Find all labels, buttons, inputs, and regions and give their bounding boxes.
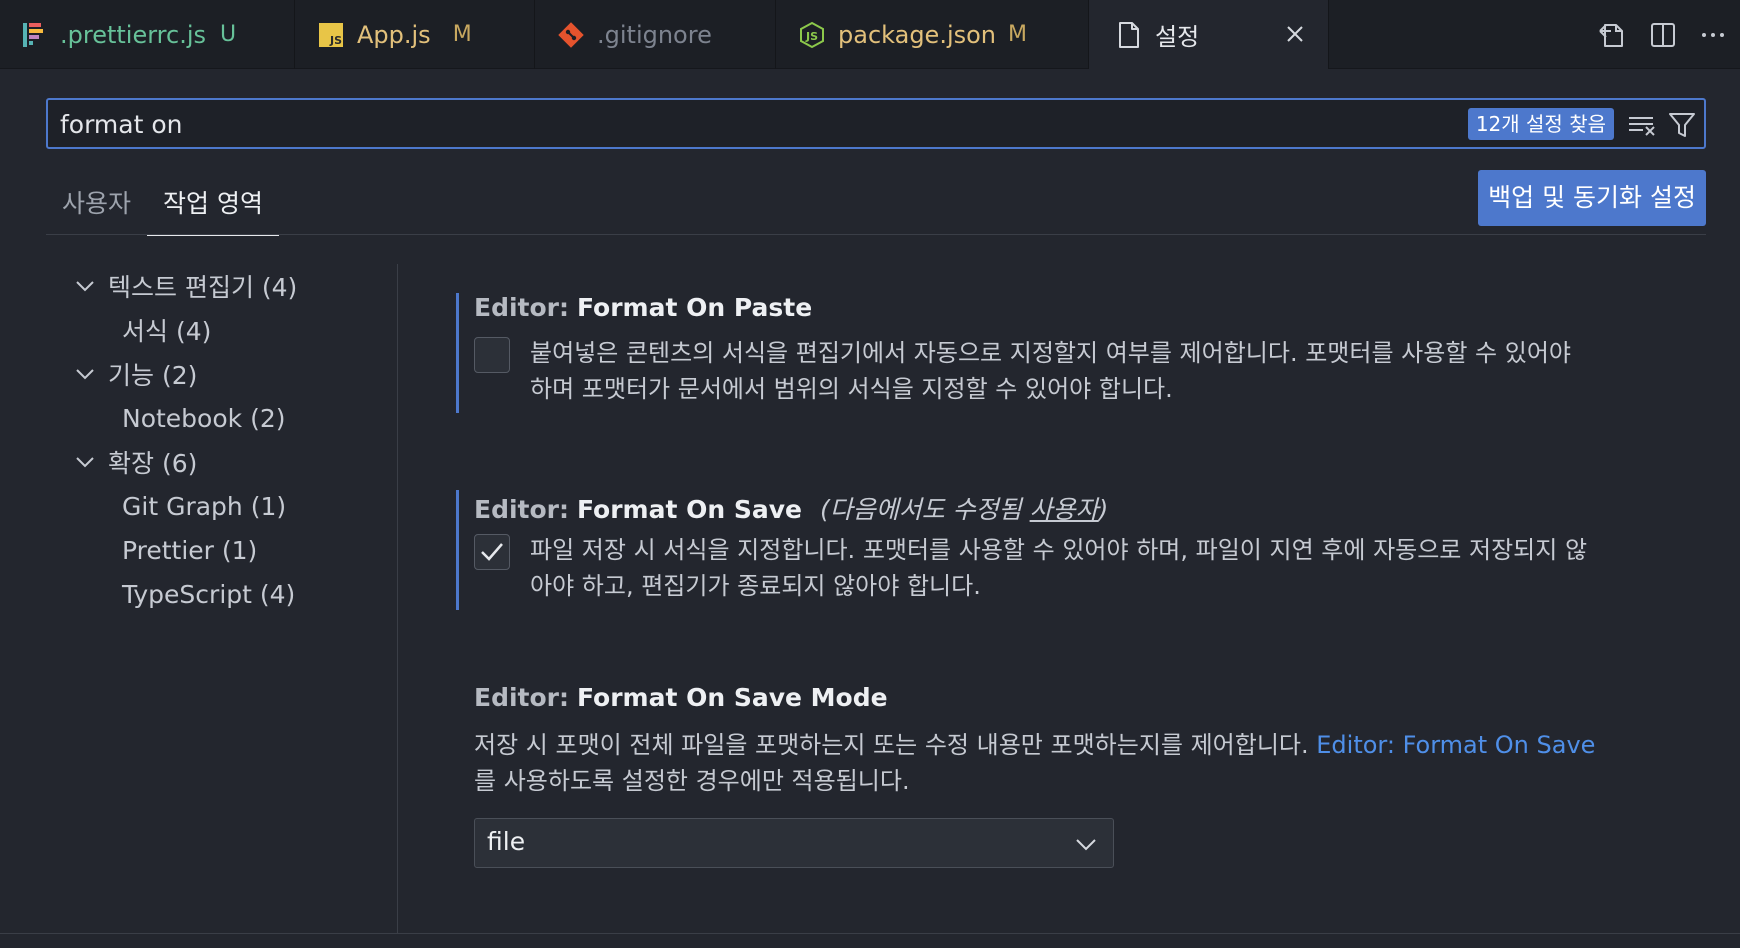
toc-item-typescript[interactable]: TypeScript (4) (46, 572, 398, 616)
tab-label: package.json (838, 20, 997, 49)
setting-description: 저장 시 포맷이 전체 파일을 포맷하는지 또는 수정 내용만 포맷하는지를 제… (474, 727, 1696, 799)
description-line: 아야 하고, 편집기가 종료되지 않아야 합니다. (530, 572, 981, 600)
toc-label: 기능 (2) (108, 361, 198, 390)
chevron-down-icon (72, 449, 98, 475)
tab-workspace-settings[interactable]: 작업 영역 (147, 170, 279, 236)
backup-sync-button[interactable]: 백업 및 동기화 설정 (1478, 170, 1706, 226)
settings-file-icon (1115, 21, 1143, 49)
tab-user-settings[interactable]: 사용자 (46, 170, 147, 236)
modified-prefix: (다음에서도 수정됨 (819, 495, 1030, 524)
toc-item-text-editor[interactable]: 텍스트 편집기 (4) (46, 264, 398, 308)
chevron-down-icon (72, 273, 98, 299)
check-icon (481, 543, 503, 561)
description-text: 저장 시 포맷이 전체 파일을 포맷하는지 또는 수정 내용만 포맷하는지를 제… (474, 731, 1317, 759)
more-actions-icon[interactable] (1690, 12, 1736, 58)
tab-app-js[interactable]: JS App.js M (295, 0, 535, 69)
setting-format-on-save: Editor: Format On Save (다음에서도 수정됨 사용자) 파… (456, 490, 1696, 610)
tab-gitignore[interactable]: .gitignore (535, 0, 776, 69)
toc-label: 확장 (6) (108, 449, 198, 478)
setting-name: Format On Save Mode (576, 683, 888, 712)
settings-search-input[interactable] (60, 106, 1350, 142)
format-on-save-link[interactable]: Editor: Format On Save (1316, 731, 1595, 759)
select-value: file (487, 827, 526, 856)
svg-text:JS: JS (805, 30, 818, 43)
setting-category: Editor: (474, 293, 569, 322)
format-on-paste-checkbox[interactable] (474, 337, 510, 373)
tab-settings[interactable]: 설정 (1089, 0, 1329, 69)
settings-scope-tabs: 사용자 작업 영역 (46, 170, 279, 236)
chevron-down-icon (72, 361, 98, 387)
setting-title: Editor: Format On Save Mode (474, 683, 888, 712)
split-editor-icon[interactable] (1640, 12, 1686, 58)
setting-name: Format On Paste (576, 293, 813, 322)
tab-label: .prettierrc.js (60, 20, 207, 49)
close-icon[interactable] (1282, 21, 1308, 47)
setting-title: Editor: Format On Save (다음에서도 수정됨 사용자) (474, 490, 1108, 526)
toc-label: TypeScript (4) (122, 579, 296, 609)
setting-format-on-paste: Editor: Format On Paste 붙여넣은 콘텐츠의 서식을 편집… (456, 293, 1696, 413)
svg-text:JS: JS (329, 34, 342, 47)
format-on-save-mode-select[interactable]: file (474, 818, 1114, 868)
modified-indicator: (다음에서도 수정됨 사용자) (820, 495, 1108, 524)
toc-label: Git Graph (1) (122, 491, 287, 521)
setting-category: Editor: (474, 683, 569, 712)
description-line: 저장 시 포맷이 전체 파일을 포맷하는지 또는 수정 내용만 포맷하는지를 제… (474, 727, 1696, 763)
setting-description: 붙여넣은 콘텐츠의 서식을 편집기에서 자동으로 지정할지 여부를 제어합니다.… (530, 335, 1690, 407)
toc-label: 서식 (4) (122, 317, 212, 346)
focus-indicator (456, 293, 459, 413)
toc-label: Prettier (1) (122, 535, 258, 565)
toc-item-formatting[interactable]: 서식 (4) (46, 308, 398, 352)
modified-suffix: ) (1098, 495, 1109, 524)
toc-item-prettier[interactable]: Prettier (1) (46, 528, 398, 572)
search-result-count: 12개 설정 찾음 (1467, 108, 1614, 140)
description-line: 하며 포맷터가 문서에서 범위의 서식을 지정할 수 있어야 합니다. (530, 375, 1173, 403)
toc-item-git-graph[interactable]: Git Graph (1) (46, 484, 398, 528)
git-icon (557, 21, 585, 49)
editor-tab-bar: .prettierrc.js U JS App.js M .gitignore (0, 0, 1740, 69)
tab-label: 설정 (1155, 23, 1200, 51)
setting-title: Editor: Format On Paste (474, 293, 812, 322)
setting-category: Editor: (474, 495, 569, 524)
settings-toc: 텍스트 편집기 (4) 서식 (4) 기능 (2) Notebook (2) 확… (46, 264, 398, 616)
editor-actions (1590, 0, 1740, 69)
clear-filter-icon[interactable] (1626, 109, 1658, 141)
format-on-save-checkbox[interactable] (474, 534, 510, 570)
prettier-icon (20, 21, 48, 49)
settings-search: 12개 설정 찾음 (46, 98, 1706, 149)
description-line: 를 사용하도록 설정한 경우에만 적용됩니다. (474, 767, 910, 795)
focus-indicator (456, 490, 459, 610)
toc-label: 텍스트 편집기 (4) (108, 273, 298, 302)
node-icon: JS (798, 21, 826, 49)
toc-divider (397, 264, 398, 934)
modified-scope-link[interactable]: 사용자 (1030, 495, 1099, 524)
tab-label: .gitignore (597, 20, 712, 49)
description-line: 파일 저장 시 서식을 지정합니다. 포맷터를 사용할 수 있어야 하며, 파일… (530, 536, 1588, 564)
panel-bottom-border (0, 933, 1740, 934)
scope-divider (46, 234, 1706, 235)
setting-name: Format On Save (576, 495, 802, 524)
toc-item-extensions[interactable]: 확장 (6) (46, 440, 398, 484)
description-line: 붙여넣은 콘텐츠의 서식을 편집기에서 자동으로 지정할지 여부를 제어합니다.… (530, 339, 1571, 367)
open-settings-json-icon[interactable] (1590, 12, 1636, 58)
js-file-icon: JS (317, 21, 345, 49)
filter-icon[interactable] (1666, 109, 1698, 141)
toc-item-notebook[interactable]: Notebook (2) (46, 396, 398, 440)
setting-description: 파일 저장 시 서식을 지정합니다. 포맷터를 사용할 수 있어야 하며, 파일… (530, 532, 1696, 604)
tab-package-json[interactable]: JS package.json M (776, 0, 1089, 69)
git-status-badge: U (220, 22, 237, 47)
git-status-badge: M (452, 22, 472, 47)
toc-label: Notebook (2) (122, 403, 286, 433)
tab-prettierrc[interactable]: .prettierrc.js U (0, 0, 295, 69)
tab-label: App.js (357, 20, 431, 49)
git-status-badge: M (1008, 22, 1027, 47)
toc-item-features[interactable]: 기능 (2) (46, 352, 398, 396)
chevron-down-icon (1073, 831, 1099, 857)
setting-format-on-save-mode: Editor: Format On Save Mode 저장 시 포맷이 전체 … (456, 683, 1696, 873)
